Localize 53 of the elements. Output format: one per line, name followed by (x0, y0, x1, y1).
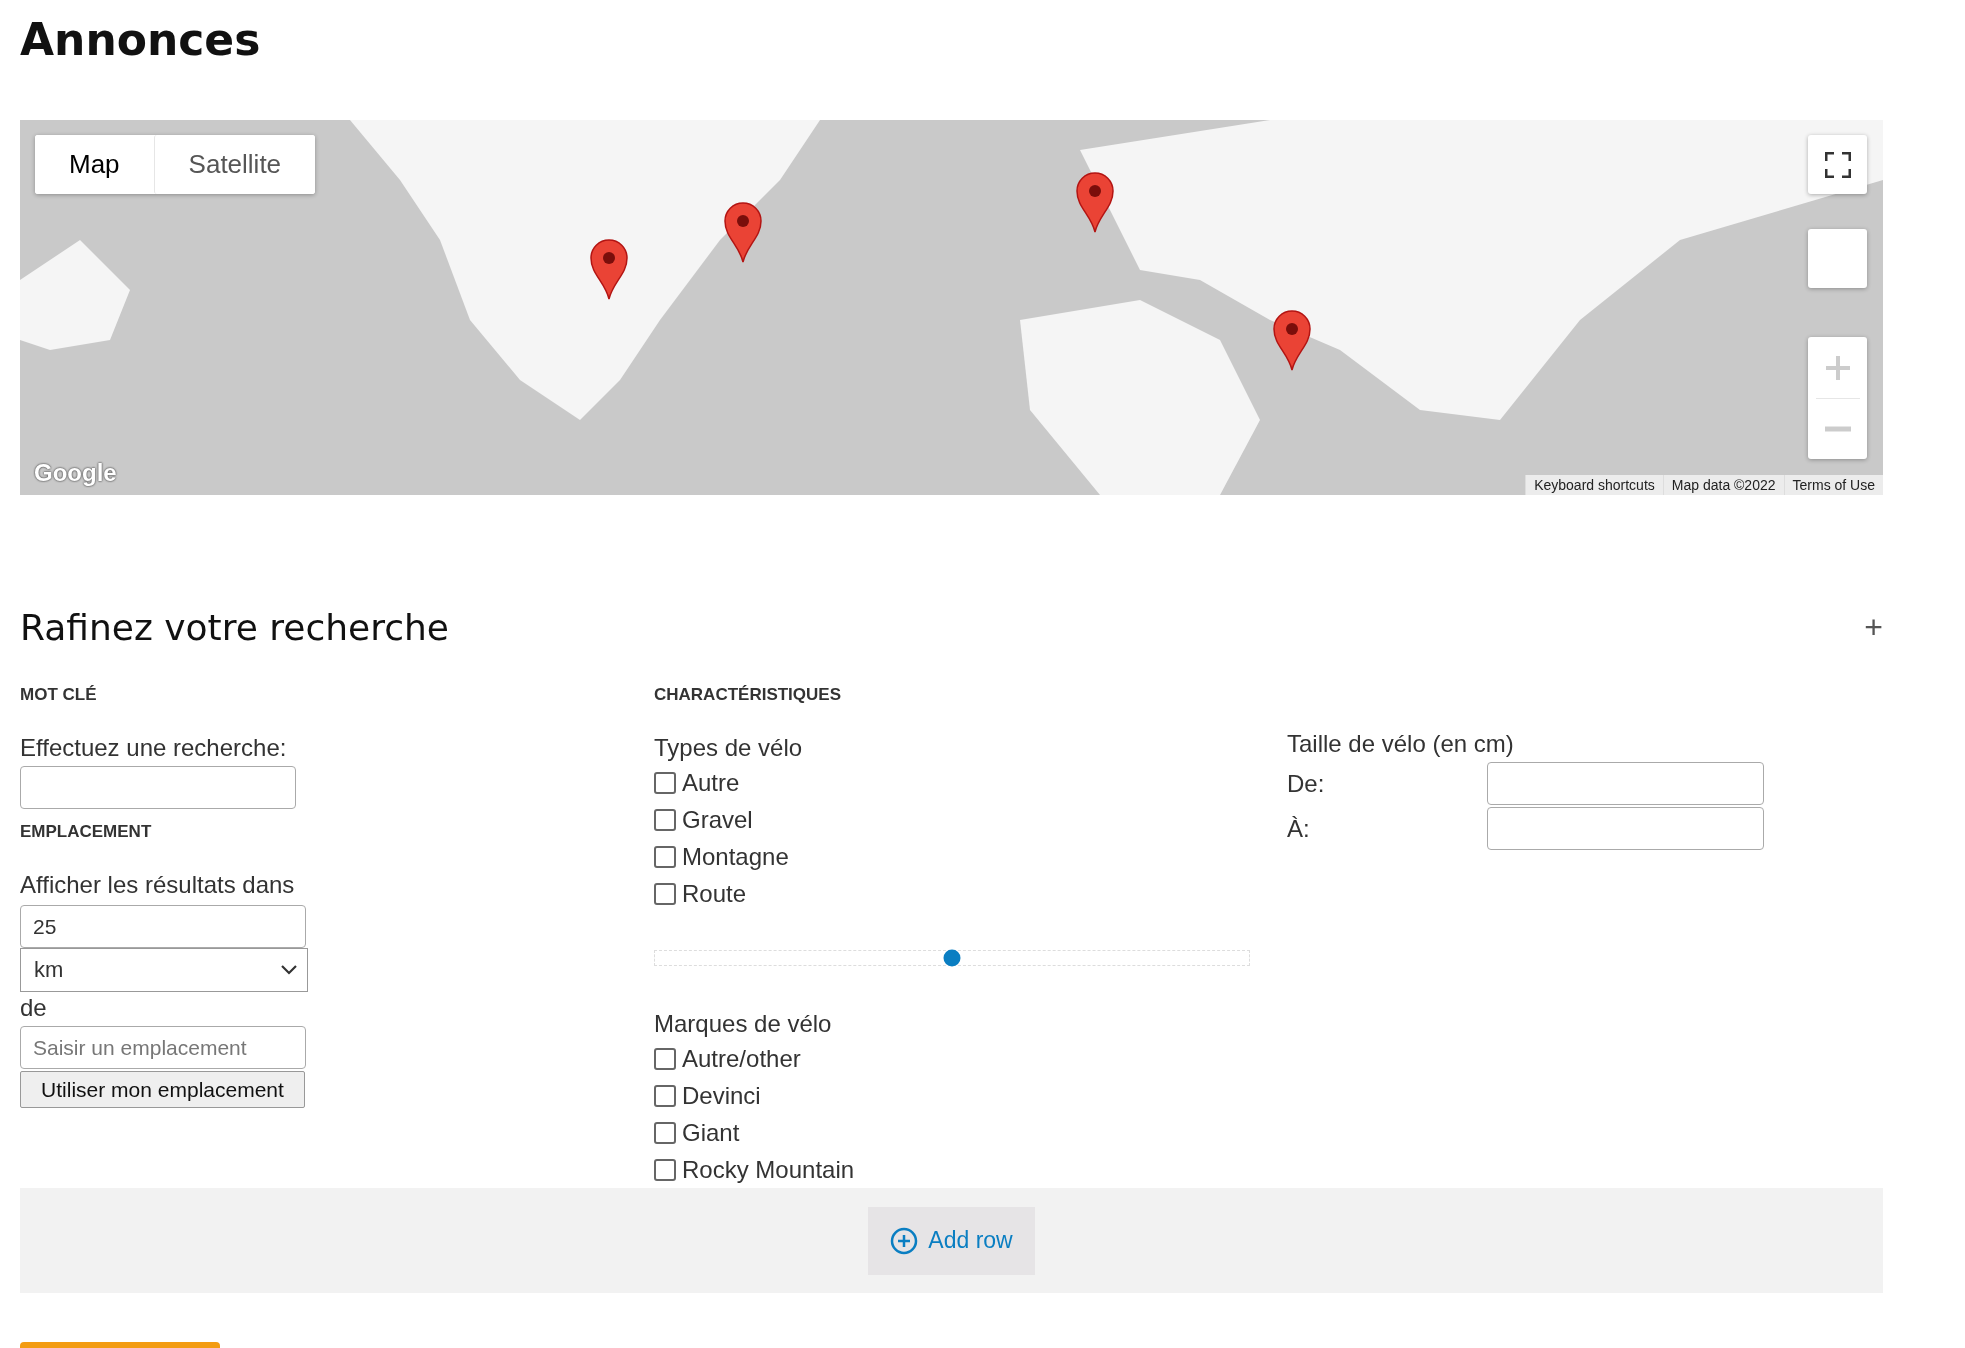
checkbox[interactable] (654, 1121, 676, 1144)
attribution-link[interactable]: Terms of Use (1783, 475, 1883, 495)
checkbox-label: Autre (682, 768, 740, 797)
location-field[interactable]: Saisir un emplacement (20, 1026, 306, 1069)
group-label: Types de vélo (654, 733, 803, 763)
checkbox[interactable] (654, 771, 676, 794)
search-field[interactable] (20, 766, 296, 809)
checkbox[interactable] (654, 1158, 676, 1181)
fullscreen-icon (1824, 151, 1851, 178)
checkbox[interactable] (654, 1084, 676, 1107)
field-label: Taille de vélo (en cm) (1287, 729, 1515, 759)
map-pin-icon[interactable] (1074, 170, 1115, 233)
field-label: Afficher les résultats dans (20, 870, 295, 900)
size-to-field[interactable] (1487, 807, 1764, 850)
checkbox-label: Rocky Mountain (682, 1155, 855, 1184)
map-type-tab[interactable]: Satellite (153, 135, 316, 194)
field-label: À: (1287, 813, 1311, 844)
field-label: de (20, 993, 47, 1023)
checkbox[interactable] (654, 1047, 676, 1070)
fullscreen-button[interactable] (1808, 135, 1867, 194)
page-title: Annonces (20, 13, 262, 67)
field-label: De: (1287, 768, 1326, 799)
section-heading: MOT CLÉ (20, 684, 97, 706)
size-from-field[interactable] (1487, 762, 1764, 805)
group-label: Marques de vélo (654, 1009, 832, 1039)
checkbox[interactable] (654, 882, 676, 905)
checkbox-label: Giant (682, 1118, 740, 1147)
checkbox-label: Route (682, 879, 747, 908)
use-location-button[interactable]: Utiliser mon emplacement (20, 1071, 305, 1108)
checkbox-label: Gravel (682, 805, 753, 834)
plus-icon (1824, 354, 1851, 381)
section-heading: CHARACTÉRISTIQUES (654, 684, 841, 706)
chevron-down-icon (281, 965, 297, 975)
slider-thumb[interactable] (943, 949, 961, 967)
map-pin-icon[interactable] (588, 238, 629, 300)
expand-toggle[interactable]: + (1864, 609, 1883, 646)
checkbox-label: Autre/other (682, 1044, 801, 1073)
field-label: Effectuez une recherche: (20, 733, 287, 763)
section-heading: EMPLACEMENT (20, 821, 152, 843)
attribution-link[interactable]: Keyboard shortcuts (1525, 475, 1663, 495)
unit-dropdown[interactable]: km (20, 948, 308, 992)
checkbox[interactable] (654, 845, 676, 868)
plus-circle-icon (890, 1226, 919, 1255)
checkbox[interactable] (654, 808, 676, 831)
section-title: Rafinez votre recherche (20, 607, 449, 648)
map-pin-icon[interactable] (1272, 309, 1313, 372)
attribution-link[interactable]: Map data ©2022 (1662, 475, 1784, 495)
map-type-tab[interactable]: Map (35, 135, 154, 194)
map-pin-icon[interactable] (722, 200, 763, 263)
checkbox-label: Montagne (682, 842, 789, 871)
minus-icon (1824, 425, 1851, 432)
distance-field[interactable]: 25 (20, 905, 306, 948)
checkbox-label: Devinci (682, 1081, 761, 1110)
